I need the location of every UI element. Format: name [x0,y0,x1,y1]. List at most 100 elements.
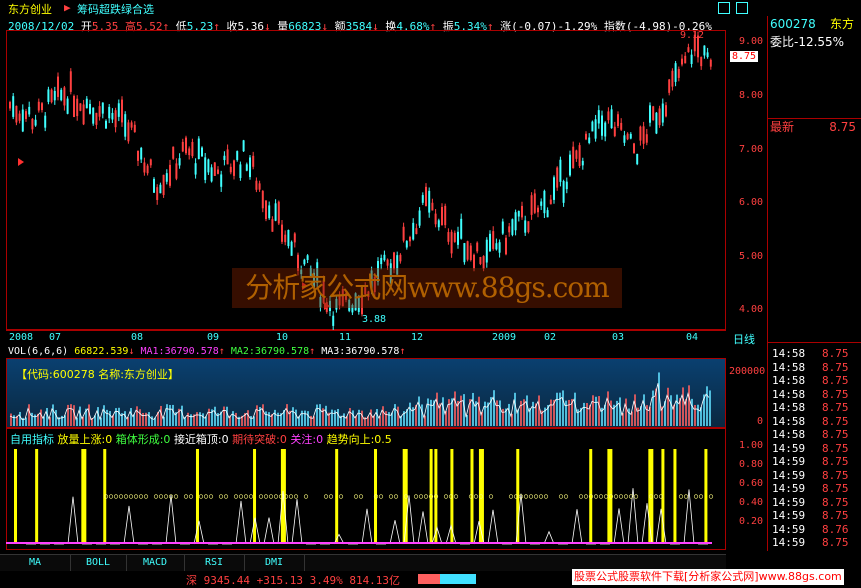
trend-dot [418,494,424,499]
trend-dot [388,494,394,499]
trend-dot [208,494,214,499]
trend-dot [598,494,604,499]
price-tick: 9.00 [739,36,764,47]
kline-candle [175,163,178,179]
period-label[interactable]: 日线 [733,331,755,347]
kline-candle [591,121,594,132]
kline-candle [57,76,59,97]
kline-candle [565,181,568,190]
volume-bar [610,400,612,426]
quote-name: 东方 [830,17,855,31]
quote.sells.1 [768,56,861,73]
ad-banner[interactable]: 股票公式股票软件下载[分析家公式网]www.88gs.com [572,569,844,585]
tab-boll[interactable]: BOLL [70,555,127,571]
kline-candle [501,221,504,234]
quote.stats.0 [768,218,861,235]
kline-candle [185,137,187,154]
trend-dot [603,494,609,499]
kline-candle [9,102,11,109]
trend-dot [173,494,179,499]
formula-name[interactable]: 筹码超跌绿合选 [77,1,154,17]
signal-bar [434,449,438,544]
trend-dot [198,494,204,499]
volume-bar [652,390,654,426]
signal-bar [81,449,87,544]
volume-bar [454,391,456,426]
kline-candle [156,187,159,200]
quote-panel: 600278 东方 委比-12.55% 最新 8.75 14:58 8.75 14:… [767,16,861,551]
kline-candle [530,195,533,215]
volume-bar [316,404,318,426]
signal-bar [103,449,107,544]
kline-candle [620,122,623,130]
trend-dot [618,494,624,499]
kline-candle [441,207,443,226]
kline-candle [524,220,527,233]
kline-candle [498,242,501,253]
tab-macd[interactable]: MACD [126,555,185,571]
kline-candle [25,111,27,119]
market-index-text: 深 9345.44 +315.13 3.49% 814.13亿 [186,574,401,587]
kline-candle [633,143,635,154]
volume-bar [691,398,693,426]
ind-tick: 0.60 [739,478,764,489]
volume-bar [427,398,429,426]
kline-candle [226,149,229,165]
volume-bar [166,404,168,426]
kline-candle [495,243,498,250]
volume-bar [496,400,498,426]
volume-bar [448,399,450,426]
kline-candle [306,255,309,261]
volume-bar [268,412,270,426]
volume-bar [343,413,345,426]
tab-ma[interactable]: MA [0,555,71,571]
kline-candle [117,103,120,117]
trend-dot [653,494,659,499]
trend-dot [578,494,584,499]
kline-candle [76,98,79,117]
trend-dot [558,494,564,499]
kline-candle [581,160,584,166]
kline-candle [453,232,456,242]
volume-bar [148,412,150,426]
kline-candle [431,202,434,211]
volume-bar [625,398,627,426]
volume-bar [694,404,696,426]
trend-dot [233,494,239,499]
volume-bar [370,409,372,426]
volume-bar [286,404,288,426]
tab-rsi[interactable]: RSI [184,555,245,571]
kline-candle [636,153,639,165]
latest-label: 最新 [770,120,795,134]
quote.buys.3 [768,186,861,203]
updown-bar-down [440,574,476,584]
tab-dmi[interactable]: DMI [244,555,305,571]
kline-candle [82,104,85,125]
kline-candle [617,114,619,127]
volume-bar [109,411,111,426]
volume-bar [295,409,297,426]
signal-marker [18,158,24,166]
kline-candle [409,236,411,242]
volume-bar [19,411,21,426]
kline-candle [236,151,239,160]
kline-candle [233,160,235,176]
kline-candle [220,174,223,187]
kline-candle [303,259,306,265]
date-tick: 08 [131,332,144,343]
kline-candle [37,101,40,111]
trend-dot [263,494,269,499]
kline-candle [85,98,88,109]
trend-dot [613,494,619,499]
volume-bar [103,405,105,426]
volume-bar [208,408,210,426]
window-icon[interactable] [736,2,748,14]
volume-bar [352,410,354,426]
kline-candle [124,114,127,137]
quote.buys.0 [768,138,861,155]
kline-candle [153,178,155,193]
kline-candle [460,218,463,239]
quote.buys.2 [768,170,861,187]
vol-title: VOL(6,6,6) [8,346,69,357]
expand-icon[interactable] [718,2,730,14]
